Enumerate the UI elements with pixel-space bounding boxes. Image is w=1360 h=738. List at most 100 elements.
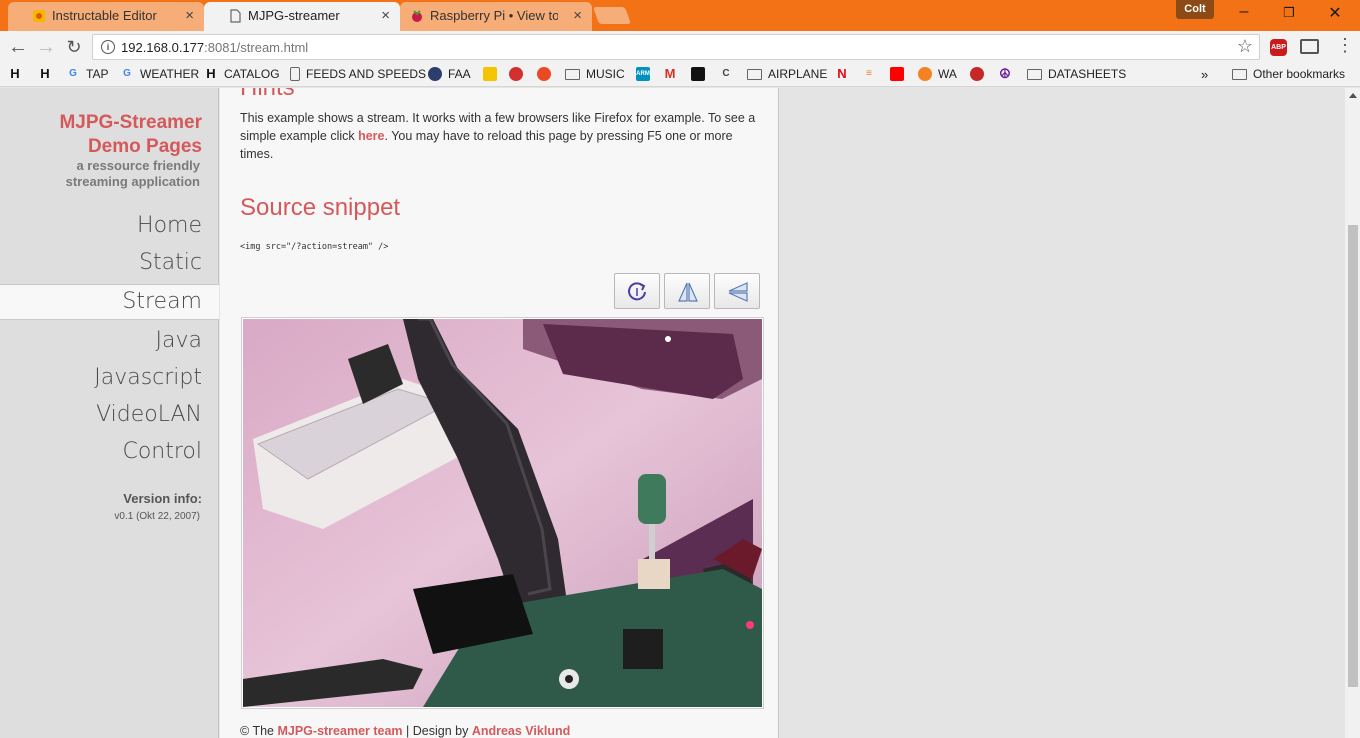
browser-toolbar: ← → ↻ i 192.168.0.177:8081/stream.html ☆… [0,31,1360,63]
page-footer: © The MJPG-streamer team | Design by And… [240,724,571,738]
hplus-icon: H [10,66,20,81]
bookmark-icon [483,67,497,81]
logo-icon [970,67,984,81]
back-icon[interactable]: ← [6,36,30,58]
page-icon [290,67,300,81]
forward-icon[interactable]: → [34,36,58,58]
bookmark-c[interactable]: C [719,67,739,81]
tab-title: MJPG-streamer [248,8,340,23]
source-snippet: <img src="/?action=stream" /> [240,242,389,252]
bookmark-catalog[interactable]: H CATALOG [204,66,279,82]
tab-strip: Instructable Editor × MJPG-streamer × Ra… [0,0,1360,31]
team-link[interactable]: MJPG-streamer team [277,724,402,738]
minimize-icon[interactable]: – [1221,3,1267,21]
bookmark-feeds-and-speeds[interactable]: FEEDS AND SPEEDS [290,67,426,81]
bookmark-netflix[interactable]: N [835,67,855,81]
snippet-heading: Source snippet [240,194,401,221]
nav-static[interactable]: Static [139,250,202,275]
flip-vertical-icon [728,282,748,302]
page-scrollbar[interactable] [1345,88,1360,738]
nav-javascript[interactable]: Javascript [94,365,202,390]
c-icon: C [722,68,730,79]
nav-home[interactable]: Home [137,213,202,238]
here-link[interactable]: here [358,129,384,143]
stumbleupon-icon [537,67,551,81]
adblock-icon[interactable]: ABP [1270,39,1287,56]
bookmark-datasheets[interactable]: DATASHEETS [1027,67,1126,81]
netflix-icon: N [837,66,847,81]
close-icon[interactable]: × [185,7,194,24]
peace-icon: ☮ [999,66,1011,81]
hints-heading: Hints [240,88,295,102]
address-bar[interactable]: i 192.168.0.177:8081/stream.html ☆ [92,34,1260,60]
tab-mjpg-streamer[interactable]: MJPG-streamer × [204,2,400,31]
nav-stream-active[interactable]: Stream [0,284,219,320]
bookmark-youtube[interactable] [890,67,910,81]
tab-title: Instructable Editor [52,8,157,23]
bookmarks-overflow-button[interactable]: » [1201,67,1208,82]
sidebar: MJPG-Streamer Demo Pages a ressource fri… [0,88,219,738]
menu-icon[interactable]: ⋮ [1336,35,1354,56]
bookmark-hplus[interactable]: H [8,67,28,81]
version-label: Version info: [123,491,202,506]
cast-icon[interactable] [1300,39,1319,54]
bookmark-red-circle[interactable] [970,67,990,81]
new-tab-button[interactable] [592,7,632,24]
nav-control[interactable]: Control [122,439,202,464]
bookmark-gmail[interactable]: M [663,67,683,81]
restore-icon[interactable]: ❐ [1266,5,1312,21]
url-text[interactable]: 192.168.0.177:8081/stream.html [121,40,308,55]
video-stream [241,317,764,709]
bookmark-stack[interactable]: ≡ [862,67,882,81]
rotate-button[interactable] [614,273,660,309]
bookmark-yellow[interactable] [483,67,503,81]
folder-icon [1232,69,1247,80]
bookmark-stumble[interactable] [537,67,557,81]
info-icon[interactable]: i [101,40,115,54]
google-icon: G [123,68,131,79]
bookmark-music[interactable]: MUSIC [565,67,625,81]
bookmark-h[interactable]: H [38,67,58,81]
bookmark-wa[interactable]: WA [918,67,957,81]
bookmark-faa[interactable]: FAA [428,67,471,81]
flip-vertical-button[interactable] [714,273,760,309]
tab-instructable-editor[interactable]: Instructable Editor × [8,2,204,31]
reload-icon[interactable]: ↻ [62,36,86,58]
hplus-icon: H [206,66,216,81]
version-value: v0.1 (Okt 22, 2007) [114,511,200,522]
bookmark-red[interactable] [509,67,529,81]
bookmark-black[interactable] [691,67,711,81]
close-icon[interactable]: × [573,7,582,24]
folder-icon [1027,69,1042,80]
scroll-up-icon[interactable] [1349,93,1357,98]
flip-horizontal-icon [678,282,698,302]
bookmark-peace[interactable]: ☮ [998,67,1018,81]
raspberry-icon [412,10,422,22]
arm-icon: ARM [636,67,650,81]
hint-paragraph: This example shows a stream. It works wi… [240,111,756,161]
rotate-icon [628,282,646,301]
nav-java[interactable]: Java [156,328,202,353]
bookmark-airplane[interactable]: AIRPLANE [747,67,827,81]
bookmark-weather[interactable]: G WEATHER [120,67,199,81]
page-icon [230,9,241,23]
bookmark-arm[interactable]: ARM [636,67,656,81]
close-window-icon[interactable]: ✕ [1312,3,1358,23]
close-icon[interactable]: × [381,7,390,24]
bookmark-tap[interactable]: G TAP [66,67,108,81]
youtube-icon [890,67,904,81]
folder-icon [565,69,580,80]
profile-button[interactable]: Colt [1176,0,1214,19]
bookmark-icon [691,67,705,81]
star-icon[interactable]: ☆ [1237,36,1253,57]
google-icon: G [69,68,77,79]
other-bookmarks[interactable]: Other bookmarks [1232,67,1345,81]
logo-icon [509,67,523,81]
instructables-icon [33,10,45,22]
flip-horizontal-button[interactable] [664,273,710,309]
tab-raspberry-pi[interactable]: Raspberry Pi • View topic × [400,2,592,31]
designer-link[interactable]: Andreas Viklund [472,724,570,738]
scrollbar-thumb[interactable] [1348,225,1358,687]
camera-feed-image [243,319,762,707]
nav-videolan[interactable]: VideoLAN [96,402,202,427]
